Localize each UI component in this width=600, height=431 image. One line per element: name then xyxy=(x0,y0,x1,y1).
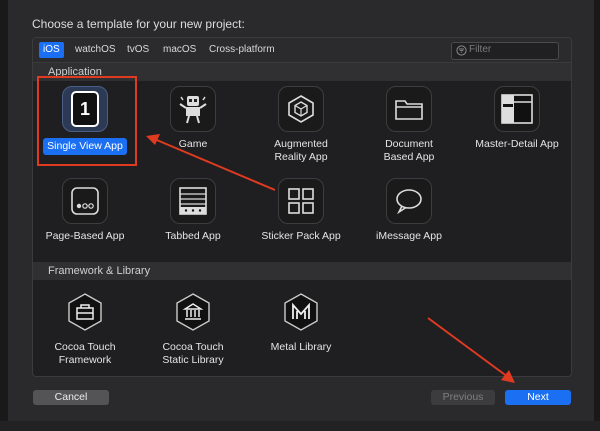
new-project-sheet: Choose a template for your new project: … xyxy=(0,0,600,431)
window-bottom-edge xyxy=(0,421,600,431)
cancel-button[interactable]: Cancel xyxy=(33,390,109,405)
previous-button[interactable]: Previous xyxy=(431,390,495,405)
annotation-arrows xyxy=(146,134,515,383)
next-button[interactable]: Next xyxy=(505,390,571,405)
